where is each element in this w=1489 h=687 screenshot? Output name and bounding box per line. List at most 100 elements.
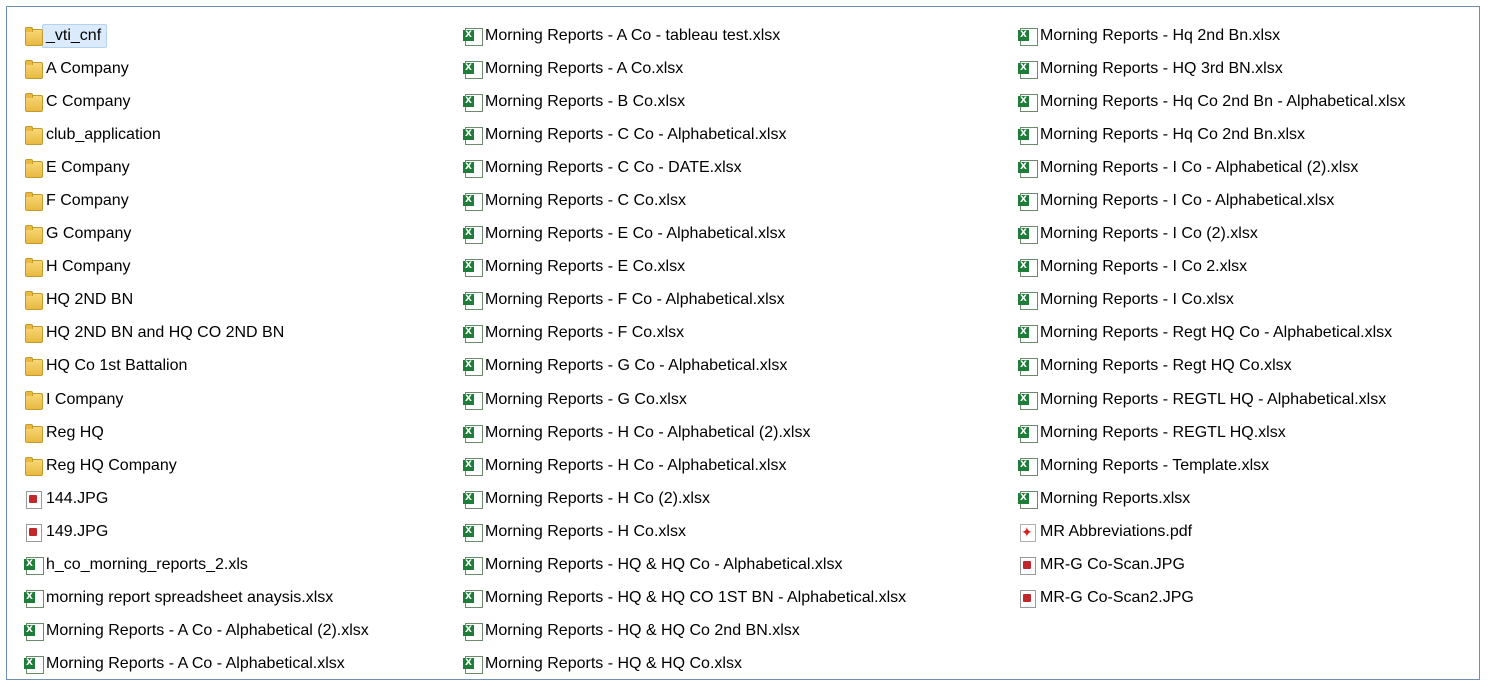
file-name-label: Morning Reports - Template.xlsx <box>1040 456 1270 474</box>
file-name-label: A Company <box>46 59 129 77</box>
excel-file-icon <box>462 191 483 212</box>
file-name-label: Morning Reports - I Co (2).xlsx <box>1040 225 1258 243</box>
file-item[interactable]: Morning Reports - H Co - Alphabetical (2… <box>462 416 906 449</box>
file-item[interactable]: Morning Reports - Regt HQ Co - Alphabeti… <box>1017 317 1406 350</box>
folder-item[interactable]: HQ 2ND BN <box>23 284 369 317</box>
pdf-file-icon <box>1017 522 1037 542</box>
file-name-label: Morning Reports - C Co - DATE.xlsx <box>485 158 742 176</box>
file-item[interactable]: Morning Reports - Hq Co 2nd Bn.xlsx <box>1017 118 1406 151</box>
file-item[interactable]: MR-G Co-Scan.JPG <box>1017 549 1406 582</box>
file-item[interactable]: Morning Reports - G Co - Alphabetical.xl… <box>462 350 906 383</box>
file-column-3: Morning Reports - Hq 2nd Bn.xlsx Morning … <box>1017 19 1406 615</box>
folder-item[interactable]: I Company <box>23 383 369 416</box>
file-item[interactable]: 144.JPG <box>23 482 369 515</box>
file-item[interactable]: Morning Reports - A Co.xlsx <box>462 52 906 85</box>
file-item[interactable]: Morning Reports - F Co - Alphabetical.xl… <box>462 284 906 317</box>
folder-icon <box>23 158 43 178</box>
file-item[interactable]: Morning Reports - I Co 2.xlsx <box>1017 251 1406 284</box>
file-name-label: F Company <box>46 192 129 210</box>
file-item[interactable]: Morning Reports - Hq 2nd Bn.xlsx <box>1017 19 1406 52</box>
file-item[interactable]: MR Abbreviations.pdf <box>1017 515 1406 548</box>
folder-item[interactable]: E Company <box>23 151 369 184</box>
jpg-file-icon <box>23 522 43 542</box>
excel-file-icon <box>1017 390 1038 410</box>
file-name-label: H Company <box>46 258 131 276</box>
file-name-label: MR Abbreviations.pdf <box>1040 522 1193 540</box>
file-item[interactable]: 149.JPG <box>23 515 369 548</box>
excel-file-icon <box>462 489 483 509</box>
file-name-label: I Company <box>46 390 124 408</box>
file-name-label: Morning Reports - C Co.xlsx <box>485 192 686 210</box>
file-item[interactable]: h_co_morning_reports_2.xls <box>23 549 369 582</box>
file-name-label: morning report spreadsheet anaysis.xlsx <box>46 589 334 607</box>
file-name-label: Morning Reports - H Co - Alphabetical (2… <box>485 423 811 441</box>
file-name-label: G Company <box>46 225 132 243</box>
file-item[interactable]: MR-G Co-Scan2.JPG <box>1017 582 1406 615</box>
file-item[interactable]: Morning Reports - H Co (2).xlsx <box>462 482 906 515</box>
file-name-label: Morning Reports - B Co.xlsx <box>485 92 686 110</box>
jpg-file-icon <box>23 489 43 509</box>
file-item[interactable]: Morning Reports - E Co.xlsx <box>462 251 906 284</box>
file-item[interactable]: Morning Reports - REGTL HQ.xlsx <box>1017 416 1406 449</box>
file-item[interactable]: Morning Reports - HQ & HQ Co.xlsx <box>462 648 906 681</box>
file-name-label: 149.JPG <box>46 522 109 540</box>
file-name-label: HQ 2ND BN and HQ CO 2ND BN <box>46 324 285 342</box>
file-item[interactable]: Morning Reports - I Co - Alphabetical (2… <box>1017 151 1406 184</box>
file-name-label: Morning Reports - HQ & HQ CO 1ST BN - Al… <box>485 589 907 607</box>
excel-file-icon <box>462 125 483 145</box>
file-item[interactable]: morning report spreadsheet anaysis.xlsx <box>23 582 369 615</box>
excel-file-icon <box>1017 356 1038 377</box>
excel-file-icon <box>462 59 483 79</box>
file-name-label: Morning Reports - I Co - Alphabetical (2… <box>1040 158 1359 176</box>
file-item[interactable]: Morning Reports - C Co - DATE.xlsx <box>462 151 906 184</box>
file-item[interactable]: Morning Reports - F Co.xlsx <box>462 317 906 350</box>
file-item[interactable]: Morning Reports - I Co.xlsx <box>1017 284 1406 317</box>
file-item[interactable]: Morning Reports - G Co.xlsx <box>462 383 906 416</box>
file-item[interactable]: Morning Reports - HQ & HQ CO 1ST BN - Al… <box>462 582 906 615</box>
file-item[interactable]: Morning Reports - REGTL HQ - Alphabetica… <box>1017 383 1406 416</box>
folder-item[interactable]: club_application <box>23 118 369 151</box>
file-item[interactable]: Morning Reports - HQ 3rd BN.xlsx <box>1017 52 1406 85</box>
folder-item[interactable]: H Company <box>23 251 369 284</box>
file-item[interactable]: Morning Reports - I Co (2).xlsx <box>1017 218 1406 251</box>
folder-item[interactable]: A Company <box>23 52 369 85</box>
file-item[interactable]: Morning Reports - C Co.xlsx <box>462 184 906 217</box>
excel-file-icon <box>23 654 44 675</box>
file-item[interactable]: Morning Reports - A Co - tableau test.xl… <box>462 19 906 52</box>
file-item[interactable]: Morning Reports - H Co - Alphabetical.xl… <box>462 449 906 482</box>
folder-item[interactable]: HQ Co 1st Battalion <box>23 350 369 383</box>
file-name-label: Morning Reports - A Co - Alphabetical (2… <box>46 622 369 640</box>
folder-item[interactable]: _vti_cnf <box>23 19 369 52</box>
excel-file-icon <box>462 654 483 675</box>
file-name-label: Morning Reports - Hq Co 2nd Bn.xlsx <box>1040 125 1305 143</box>
file-item[interactable]: Morning Reports - A Co - Alphabetical (2… <box>23 615 369 648</box>
file-item[interactable]: Morning Reports - A Co - Alphabetical.xl… <box>23 648 369 681</box>
file-item[interactable]: Morning Reports - I Co - Alphabetical.xl… <box>1017 184 1406 217</box>
folder-item[interactable]: F Company <box>23 184 369 217</box>
file-item[interactable]: Morning Reports - Template.xlsx <box>1017 449 1406 482</box>
file-name-label: club_application <box>46 125 161 143</box>
folder-item[interactable]: Reg HQ <box>23 416 369 449</box>
file-item[interactable]: Morning Reports - H Co.xlsx <box>462 515 906 548</box>
file-item[interactable]: Morning Reports - Hq Co 2nd Bn - Alphabe… <box>1017 85 1406 118</box>
file-name-label: Morning Reports - E Co - Alphabetical.xl… <box>485 225 786 243</box>
file-name-label: Morning Reports - HQ & HQ Co.xlsx <box>485 655 742 673</box>
excel-file-icon <box>1017 257 1038 278</box>
excel-file-icon <box>23 621 44 642</box>
file-name-label: Morning Reports - Hq 2nd Bn.xlsx <box>1040 26 1281 44</box>
excel-file-icon <box>462 290 483 311</box>
file-item[interactable]: Morning Reports - Regt HQ Co.xlsx <box>1017 350 1406 383</box>
file-column-2: Morning Reports - A Co - tableau test.xl… <box>462 19 906 681</box>
file-item[interactable]: Morning Reports - HQ & HQ Co 2nd BN.xlsx <box>462 615 906 648</box>
file-item[interactable]: Morning Reports - E Co - Alphabetical.xl… <box>462 218 906 251</box>
folder-item[interactable]: G Company <box>23 218 369 251</box>
file-item[interactable]: Morning Reports - B Co.xlsx <box>462 85 906 118</box>
excel-file-icon <box>1017 456 1038 476</box>
file-item[interactable]: Morning Reports - HQ & HQ Co - Alphabeti… <box>462 549 906 582</box>
folder-item[interactable]: Reg HQ Company <box>23 449 369 482</box>
file-item[interactable]: Morning Reports - C Co - Alphabetical.xl… <box>462 118 906 151</box>
excel-file-icon <box>1017 92 1038 112</box>
folder-item[interactable]: HQ 2ND BN and HQ CO 2ND BN <box>23 317 369 350</box>
folder-item[interactable]: C Company <box>23 85 369 118</box>
file-item[interactable]: Morning Reports.xlsx <box>1017 482 1406 515</box>
